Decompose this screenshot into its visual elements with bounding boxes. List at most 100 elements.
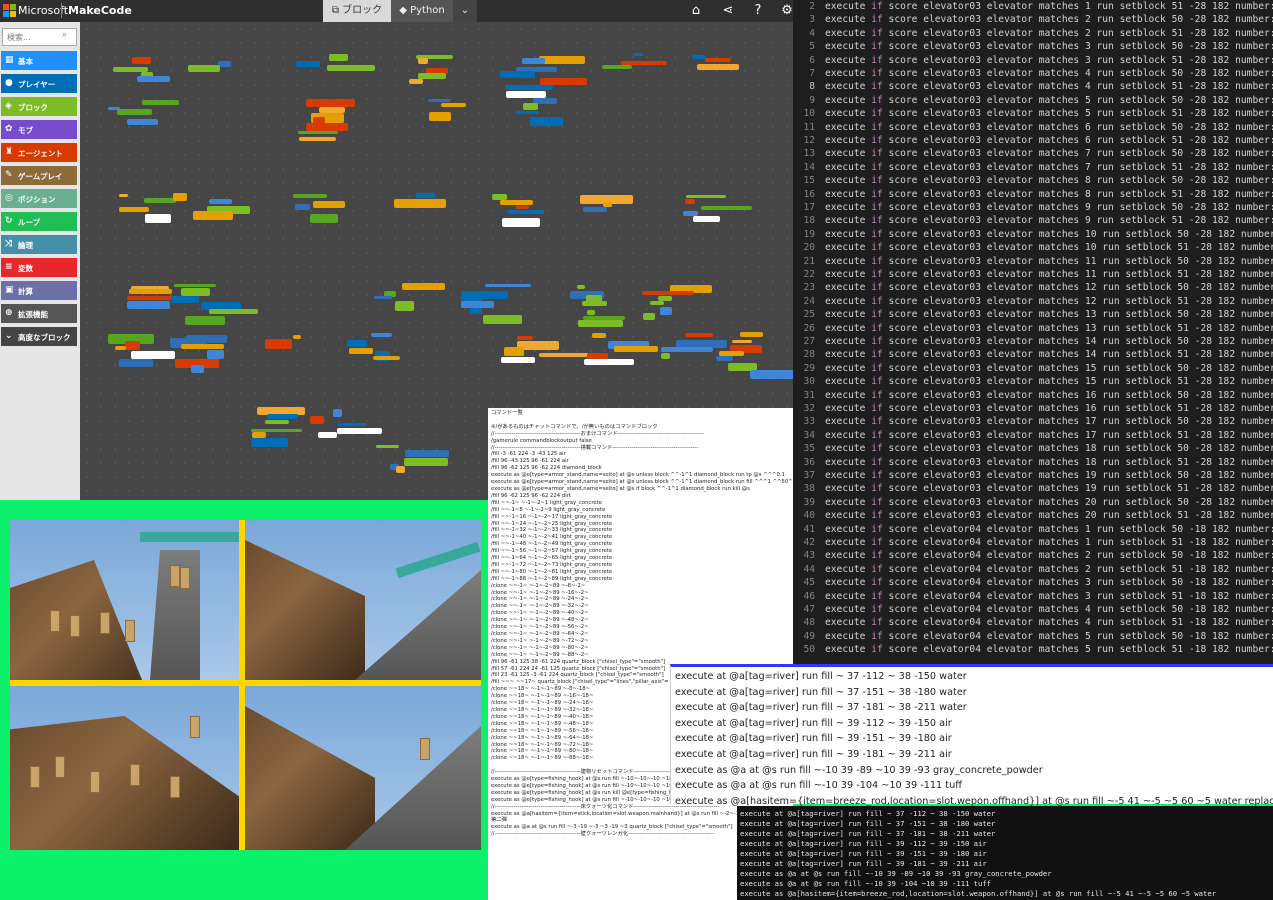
tab-python[interactable]: ◆ Python	[391, 0, 453, 22]
code-line[interactable]: execute if score elevator03 elevator mat…	[825, 28, 1273, 39]
code-line[interactable]: execute if score elevator04 elevator mat…	[825, 564, 1273, 575]
code-block[interactable]	[293, 194, 327, 199]
home-icon[interactable]: ⌂	[687, 2, 705, 20]
code-block[interactable]	[696, 64, 739, 71]
toolbox-category-11[interactable]: ⊕ 拡張機能	[1, 304, 77, 323]
code-line[interactable]: execute if score elevator03 elevator mat…	[825, 457, 1273, 468]
code-block[interactable]	[578, 320, 623, 328]
code-block[interactable]	[685, 194, 726, 198]
code-block[interactable]	[144, 198, 177, 204]
help-icon[interactable]: ?	[749, 2, 767, 20]
code-line[interactable]: execute if score elevator03 elevator mat…	[825, 403, 1273, 414]
code-block[interactable]	[576, 284, 586, 289]
code-line[interactable]: execute if score elevator03 elevator mat…	[825, 108, 1273, 119]
search-icon[interactable]: ⌕	[62, 30, 67, 40]
code-block[interactable]	[503, 346, 525, 357]
code-block[interactable]	[394, 300, 414, 311]
code-line[interactable]: execute if score elevator04 elevator mat…	[825, 550, 1273, 561]
language-dropdown[interactable]: ⌄	[453, 0, 477, 22]
code-line[interactable]: execute if score elevator03 elevator mat…	[825, 296, 1273, 307]
code-block[interactable]	[500, 71, 535, 78]
code-line[interactable]: execute if score elevator03 elevator mat…	[825, 189, 1273, 200]
code-block[interactable]	[482, 314, 522, 325]
code-block[interactable]	[187, 64, 221, 73]
code-block[interactable]	[591, 332, 606, 338]
code-block[interactable]	[418, 58, 429, 65]
code-line[interactable]: execute if score elevator03 elevator mat…	[825, 242, 1273, 253]
code-line[interactable]: execute if score elevator04 elevator mat…	[825, 604, 1273, 615]
code-block[interactable]	[142, 99, 179, 105]
code-block[interactable]	[206, 350, 225, 359]
code-block[interactable]	[684, 333, 713, 338]
code-block[interactable]	[264, 339, 293, 349]
code-line[interactable]: execute if score elevator03 elevator mat…	[825, 122, 1273, 133]
code-block[interactable]	[661, 347, 714, 352]
code-line[interactable]: execute if score elevator03 elevator mat…	[825, 1, 1273, 12]
code-block[interactable]	[329, 53, 348, 61]
share-icon[interactable]: ⋖	[719, 2, 737, 20]
code-block[interactable]	[731, 339, 753, 344]
code-block[interactable]	[409, 78, 424, 84]
code-block[interactable]	[529, 116, 563, 127]
code-line[interactable]: execute if score elevator03 elevator mat…	[825, 349, 1273, 360]
code-line[interactable]: execute if score elevator03 elevator mat…	[825, 229, 1273, 240]
code-block[interactable]	[581, 301, 608, 307]
code-block[interactable]	[522, 58, 545, 64]
code-block[interactable]	[660, 353, 670, 360]
code-line[interactable]: execute if score elevator03 elevator mat…	[825, 430, 1273, 441]
code-block[interactable]	[684, 199, 696, 205]
code-block[interactable]	[614, 346, 659, 352]
code-line[interactable]: execute if score elevator03 elevator mat…	[825, 202, 1273, 213]
code-block[interactable]	[583, 359, 634, 365]
code-block[interactable]	[704, 58, 732, 63]
code-block[interactable]	[336, 428, 382, 435]
tab-blocks[interactable]: ⧉ ブロック	[323, 0, 391, 22]
code-block[interactable]	[296, 61, 320, 67]
code-block[interactable]	[500, 357, 536, 363]
toolbox-category-2[interactable]: ◈ ブロック	[1, 97, 77, 116]
code-block[interactable]	[266, 414, 299, 419]
code-line[interactable]: execute if score elevator04 elevator mat…	[825, 577, 1273, 588]
code-block[interactable]	[174, 283, 217, 288]
code-line[interactable]: execute if score elevator03 elevator mat…	[825, 215, 1273, 226]
code-line[interactable]: execute if score elevator03 elevator mat…	[825, 175, 1273, 186]
code-block[interactable]	[306, 122, 348, 132]
code-block[interactable]	[538, 55, 586, 64]
code-block[interactable]	[347, 339, 368, 347]
code-block[interactable]	[119, 358, 154, 367]
code-line[interactable]: execute if score elevator03 elevator mat…	[825, 162, 1273, 173]
code-block[interactable]	[250, 437, 288, 448]
code-block[interactable]	[310, 415, 324, 424]
code-block[interactable]	[180, 344, 224, 350]
code-block[interactable]	[327, 64, 375, 72]
code-line[interactable]: execute if score elevator03 elevator mat…	[825, 148, 1273, 159]
code-block[interactable]	[401, 282, 446, 290]
code-block[interactable]	[373, 296, 393, 300]
code-block[interactable]	[633, 52, 643, 57]
toolbox-category-0[interactable]: ▦ 基本	[1, 51, 77, 70]
code-block[interactable]	[404, 449, 450, 457]
code-block[interactable]	[375, 445, 400, 449]
code-block[interactable]	[181, 288, 210, 297]
code-line[interactable]: execute if score elevator04 elevator mat…	[825, 617, 1273, 628]
code-block[interactable]	[131, 350, 175, 359]
code-block[interactable]	[193, 210, 234, 221]
code-block[interactable]	[349, 347, 374, 354]
code-line[interactable]: execute if score elevator03 elevator mat…	[825, 390, 1273, 401]
code-block[interactable]	[516, 111, 539, 115]
toolbox-category-8[interactable]: ⤨ 論理	[1, 235, 77, 254]
code-block[interactable]	[171, 295, 200, 303]
code-line[interactable]: execute if score elevator04 elevator mat…	[825, 591, 1273, 602]
code-block[interactable]	[318, 431, 337, 438]
toolbox-category-10[interactable]: ▣ 計算	[1, 281, 77, 300]
code-block[interactable]	[642, 312, 656, 320]
code-block[interactable]	[470, 307, 483, 315]
code-block[interactable]	[701, 206, 752, 210]
code-line[interactable]: execute if score elevator04 elevator mat…	[825, 524, 1273, 535]
code-block[interactable]	[404, 457, 449, 466]
code-block[interactable]	[136, 75, 171, 83]
code-line[interactable]: execute if score elevator03 elevator mat…	[825, 55, 1273, 66]
code-line[interactable]: execute if score elevator03 elevator mat…	[825, 443, 1273, 454]
code-block[interactable]	[715, 356, 734, 361]
code-block[interactable]	[505, 85, 554, 91]
